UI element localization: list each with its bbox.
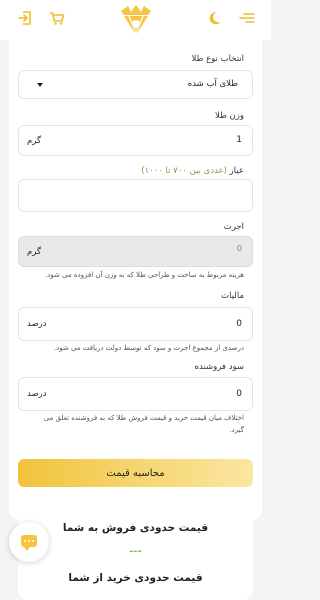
weight-label: وزن طلا [215,111,244,121]
profit-input[interactable]: 0 درصد [18,377,253,411]
weight-value: 1 [236,135,242,145]
wage-note: هزینه مربوط به ساخت و طراحی طلا که به وز… [44,271,244,279]
menu-icon[interactable] [238,9,256,27]
weight-unit: گرم [27,136,41,146]
results-card: قیمت حدودی فروش به شما --- قیمت حدودی خر… [18,509,253,600]
purity-input[interactable] [18,179,253,212]
tax-label: مالیات [221,291,244,301]
chat-icon [21,535,37,551]
chat-button[interactable] [9,522,49,562]
wage-value: 0 [236,244,242,253]
purity-label: عیار (عددی بین ۷۰۰ تا ۱۰۰۰) [141,166,244,176]
wage-input[interactable]: 0 گرم [18,236,253,267]
gold-type-select[interactable]: طلای آب شده [18,70,253,99]
sell-price-title: قیمت حدودی فروش به شما [62,522,209,534]
tax-input[interactable]: 0 درصد [18,307,253,341]
profit-value: 0 [236,389,242,399]
wage-unit: گرم [27,247,41,257]
cart-icon[interactable] [48,9,66,27]
tax-unit: درصد [27,319,47,329]
logo-icon[interactable] [118,3,154,37]
moon-icon[interactable] [208,9,226,27]
chevron-down-icon [37,83,43,87]
wage-label: اجرت [223,222,244,232]
purity-label-text: عیار [229,166,244,176]
buy-price-title: قیمت حدودی خرید از شما [68,572,203,584]
tax-note: درصدی از مجموع اجرت و سود که توسط دولت د… [53,344,244,352]
profit-label: سود فروشنده [194,362,244,372]
gold-type-value: طلای آب شده [187,79,238,89]
profit-unit: درصد [27,389,47,399]
weight-input[interactable]: 1 گرم [18,125,253,156]
top-bar [0,0,271,40]
logout-icon[interactable] [16,9,34,27]
purity-hint: (عددی بین ۷۰۰ تا ۱۰۰۰) [141,166,227,176]
calculate-price-button[interactable]: محاسبه قیمت [18,459,253,487]
gold-type-label: انتخاب نوع طلا [191,54,244,64]
profit-note-continued: گیرد. [229,426,244,434]
profit-note: اختلاف میان قیمت خرید و قیمت فروش طلا که… [43,414,244,422]
sell-price-value: --- [129,546,142,557]
tax-value: 0 [236,319,242,329]
